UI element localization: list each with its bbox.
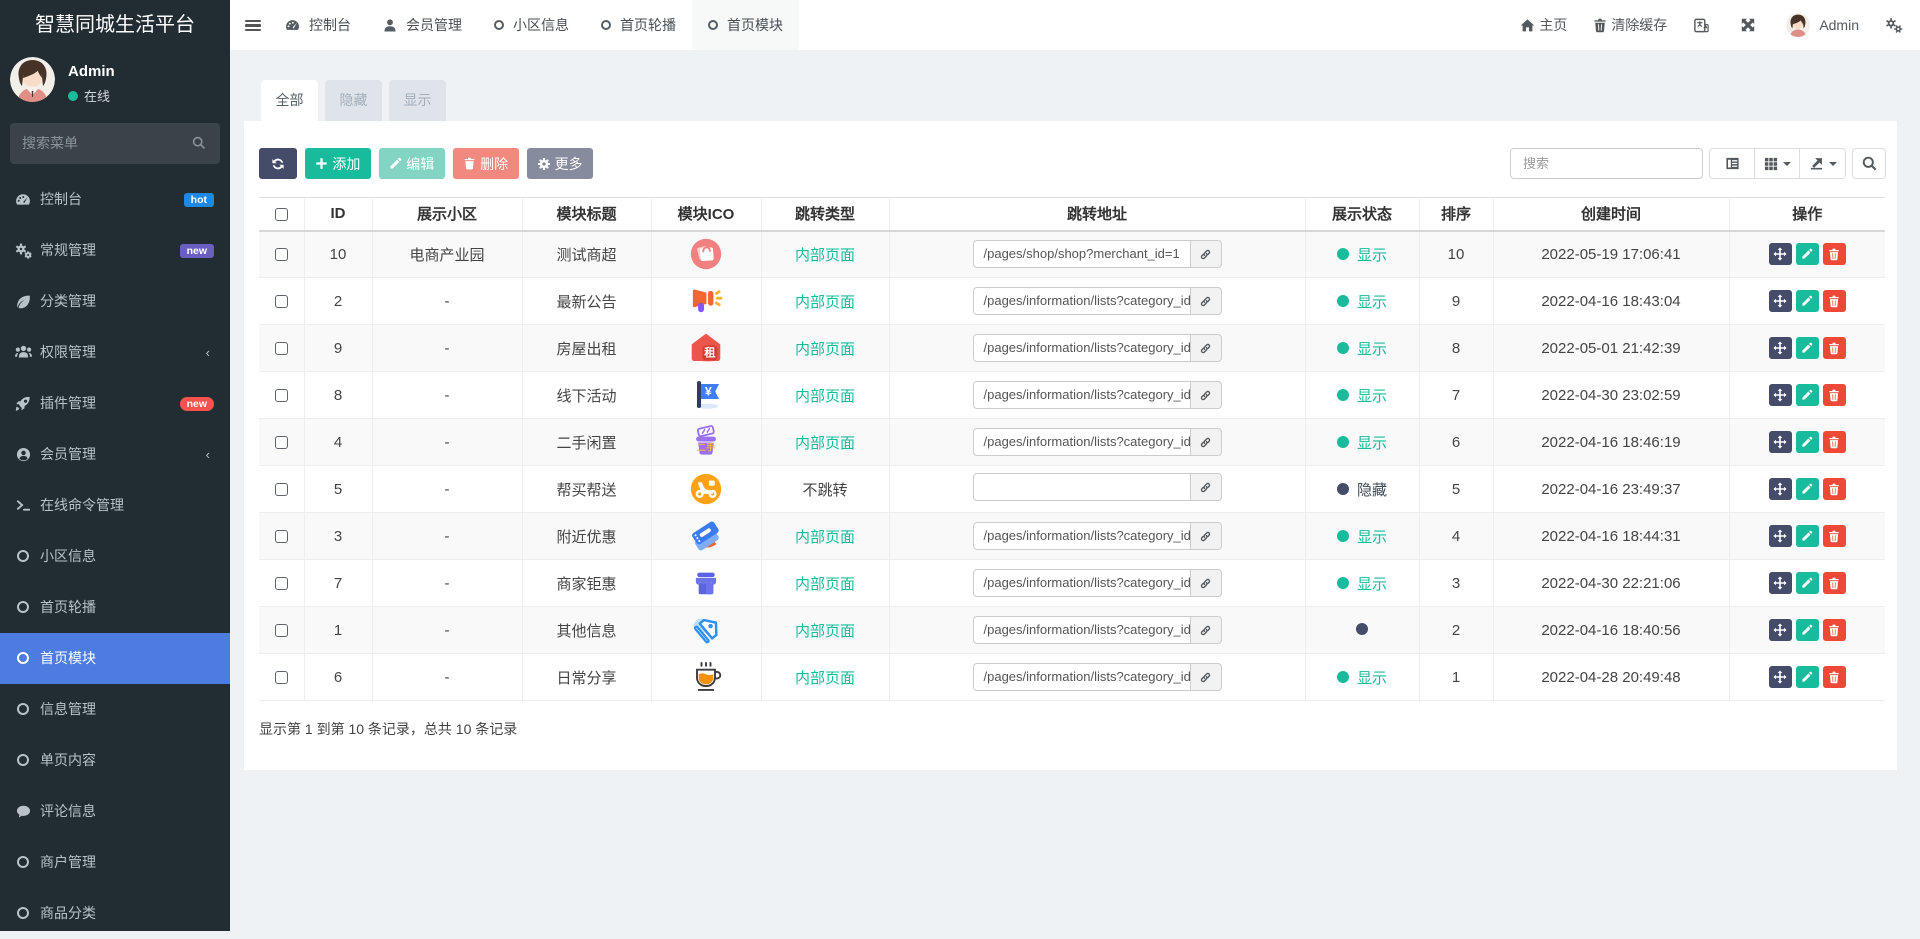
svg-text:¥: ¥ — [705, 385, 712, 399]
svg-text:租: 租 — [704, 347, 716, 360]
svg-text:二手: 二手 — [697, 442, 715, 453]
